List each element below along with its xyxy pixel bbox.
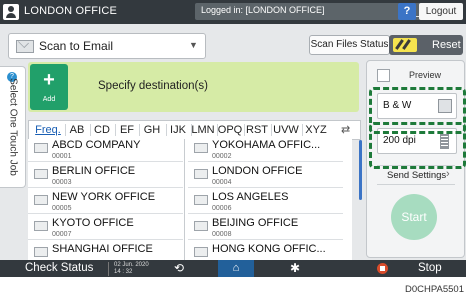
add-label: Add xyxy=(42,96,56,103)
destination-list: ABCD COMPANY 00001 YOKOHAMA OFFIC... 000… xyxy=(28,139,352,266)
destination-number: 00004 xyxy=(212,179,232,186)
envelope-icon xyxy=(194,143,208,153)
chevron-down-icon: ▼ xyxy=(189,40,198,50)
list-item[interactable]: NEW YORK OFFICE 00005 xyxy=(28,191,183,214)
send-settings-label: Send Settings xyxy=(387,170,447,181)
help-button[interactable]: ? xyxy=(398,3,416,20)
destination-number: 00001 xyxy=(52,153,72,160)
preview-checkbox[interactable] xyxy=(377,69,390,82)
destination-name: ABCD COMPANY xyxy=(52,139,141,151)
time: 14 : 32 xyxy=(114,269,133,275)
destination-number: 00003 xyxy=(52,179,72,186)
list-item[interactable]: BERLIN OFFICE 00003 xyxy=(28,165,183,188)
mode-select[interactable]: Scan to Email ▼ xyxy=(8,33,206,59)
tab-cd[interactable]: CD xyxy=(91,121,113,139)
user-icon xyxy=(3,4,19,20)
destination-number: 00007 xyxy=(52,231,72,238)
scan-files-status-button[interactable]: Scan Files Status xyxy=(309,35,390,55)
home-button[interactable]: ⌂ xyxy=(218,260,254,277)
list-item[interactable]: ABCD COMPANY 00001 xyxy=(28,139,183,162)
specify-destination-label: Specify destination(s) xyxy=(98,80,208,92)
reset-button[interactable]: Reset xyxy=(389,35,463,55)
logout-button[interactable]: Logout xyxy=(419,3,463,20)
chevron-right-icon: › xyxy=(446,168,450,180)
destination-name: BEIJING OFFICE xyxy=(212,217,299,229)
tab-uvw[interactable]: UVW xyxy=(271,121,301,139)
back-icon[interactable]: ⟲ xyxy=(174,261,184,275)
destination-name: BERLIN OFFICE xyxy=(52,165,136,177)
destination-name: LOS ANGELES xyxy=(212,191,289,203)
reset-label: Reset xyxy=(432,39,461,51)
start-button[interactable]: Start xyxy=(391,194,437,240)
list-item[interactable]: KYOTO OFFICE 00007 xyxy=(28,217,183,240)
destination-number: 00006 xyxy=(212,205,232,212)
envelope-icon xyxy=(194,221,208,231)
scanner-screen: LONDON OFFICE Logged in: [LONDON OFFICE]… xyxy=(0,0,466,277)
specify-destination-panel[interactable]: + Add Specify destination(s) xyxy=(28,62,359,112)
destination-name: NEW YORK OFFICE xyxy=(52,191,156,203)
envelope-icon xyxy=(34,143,48,153)
home-icon: ⌂ xyxy=(232,262,240,274)
stop-icon[interactable] xyxy=(377,263,388,274)
login-status: Logged in: [LONDON OFFICE] xyxy=(201,5,325,15)
reset-icon xyxy=(393,38,417,52)
envelope-icon xyxy=(34,247,48,257)
envelope-icon xyxy=(34,195,48,205)
add-destination-button[interactable]: + Add xyxy=(30,64,68,110)
figure-id: D0CHPA5501 xyxy=(405,284,464,295)
envelope-icon xyxy=(194,195,208,205)
destination-number: 00002 xyxy=(212,153,232,160)
top-bar: LONDON OFFICE Logged in: [LONDON OFFICE]… xyxy=(0,0,466,24)
bottom-bar: Check Status 02 Jun. 2020 14 : 32 ⟲ ⌂ ✱ S… xyxy=(0,260,466,277)
date: 02 Jun. 2020 xyxy=(114,262,149,268)
destination-number: 00008 xyxy=(212,231,232,238)
preview-label: Preview xyxy=(409,70,442,80)
tab-rst[interactable]: RST xyxy=(244,121,270,139)
destination-name: LONDON OFFICE xyxy=(212,165,303,177)
tab-ab[interactable]: AB xyxy=(67,121,87,139)
list-item[interactable]: YOKOHAMA OFFIC... 00002 xyxy=(188,139,343,162)
destination-name: SHANGHAI OFFICE xyxy=(52,243,153,255)
destination-name: KYOTO OFFICE xyxy=(52,217,134,229)
login-status-box: Logged in: [LONDON OFFICE] xyxy=(195,3,427,20)
envelope-icon xyxy=(194,247,208,257)
destination-name: HONG KONG OFFIC... xyxy=(212,243,326,255)
address-index-tabs: Freq. AB CD EF GH IJK LMN OPQ RST UVW XY… xyxy=(28,120,361,140)
select-one-touch-job-tab[interactable]: ? Select One Touch Job xyxy=(0,66,26,188)
list-item[interactable]: BEIJING OFFICE 00008 xyxy=(188,217,343,240)
gear-icon[interactable]: ✱ xyxy=(290,261,300,275)
stop-button[interactable]: Stop xyxy=(418,262,442,274)
list-scrollbar[interactable] xyxy=(359,140,362,200)
tab-ef[interactable]: EF xyxy=(116,121,138,139)
destination-number: 00005 xyxy=(52,205,72,212)
tab-lmn[interactable]: LMN xyxy=(190,121,216,139)
date-time: 02 Jun. 2020 14 : 32 xyxy=(108,262,158,276)
envelope-icon xyxy=(34,169,48,179)
destination-name: YOKOHAMA OFFIC... xyxy=(212,139,321,151)
office-title: LONDON OFFICE xyxy=(24,5,118,17)
plus-icon: + xyxy=(43,69,55,91)
mode-label: Scan to Email xyxy=(39,39,114,53)
side-tab-label: Select One Touch Job xyxy=(7,78,19,176)
envelope-icon xyxy=(194,169,208,179)
tab-opq[interactable]: OPQ xyxy=(217,121,243,139)
list-item[interactable]: LONDON OFFICE 00004 xyxy=(188,165,343,188)
tab-xyz[interactable]: XYZ xyxy=(302,121,330,139)
envelope-icon xyxy=(34,221,48,231)
tab-gh[interactable]: GH xyxy=(140,121,164,139)
envelope-icon xyxy=(16,40,34,53)
tab-ijk[interactable]: IJK xyxy=(166,121,190,139)
swap-icon[interactable]: ⇄ xyxy=(341,123,350,136)
highlight-resolution xyxy=(369,122,466,169)
list-item[interactable]: LOS ANGELES 00006 xyxy=(188,191,343,214)
check-status-button[interactable]: Check Status xyxy=(25,262,93,274)
tab-freq[interactable]: Freq. xyxy=(33,121,63,139)
